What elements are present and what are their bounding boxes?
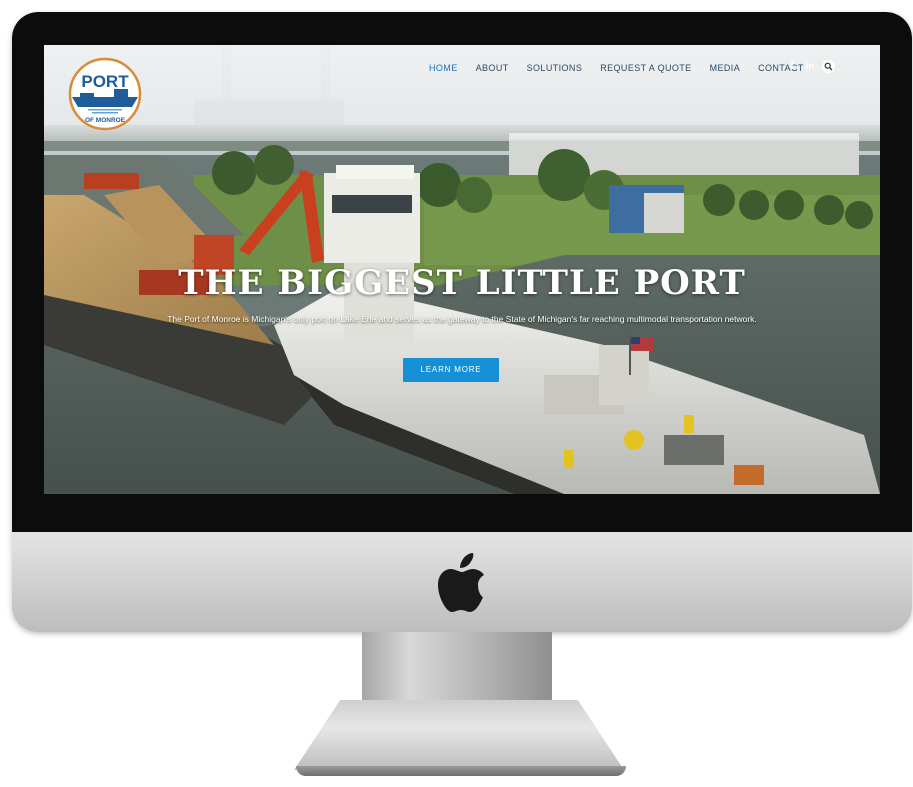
stand-neck [362,632,552,702]
apple-logo-icon [438,553,484,612]
logo-line2: OF MONROE [85,117,126,124]
search-button[interactable] [822,60,835,73]
main-nav: HOME ABOUT SOLUTIONS REQUEST A QUOTE MED… [429,61,822,75]
nav-item-media[interactable]: MEDIA [710,63,741,73]
site-header [44,45,880,141]
nav-item-about[interactable]: ABOUT [476,63,509,73]
nav-item-request-a-quote[interactable]: REQUEST A QUOTE [600,63,691,73]
nav-item-home[interactable]: HOME [429,63,458,73]
logo-line1: PORT [81,72,129,91]
search-icon [824,62,833,71]
nav-item-solutions[interactable]: SOLUTIONS [527,63,583,73]
website-screen: PORT OF MONROE HOME ABOUT SOLUTIONS REQU… [44,45,880,494]
device-mockup: PORT OF MONROE HOME ABOUT SOLUTIONS REQU… [0,0,913,787]
stand-base [296,766,626,776]
social-links: f in [786,60,835,73]
hero-subtitle: The Port of Monroe is Michigan's only po… [167,314,757,324]
stand-foot [294,700,624,770]
hero-title: THE BIGGEST LITTLE PORT [178,263,746,303]
linkedin-icon[interactable]: in [804,61,816,73]
learn-more-button[interactable]: LEARN MORE [403,358,499,382]
port-of-monroe-logo[interactable]: PORT OF MONROE [68,57,142,131]
facebook-icon[interactable]: f [786,61,798,73]
